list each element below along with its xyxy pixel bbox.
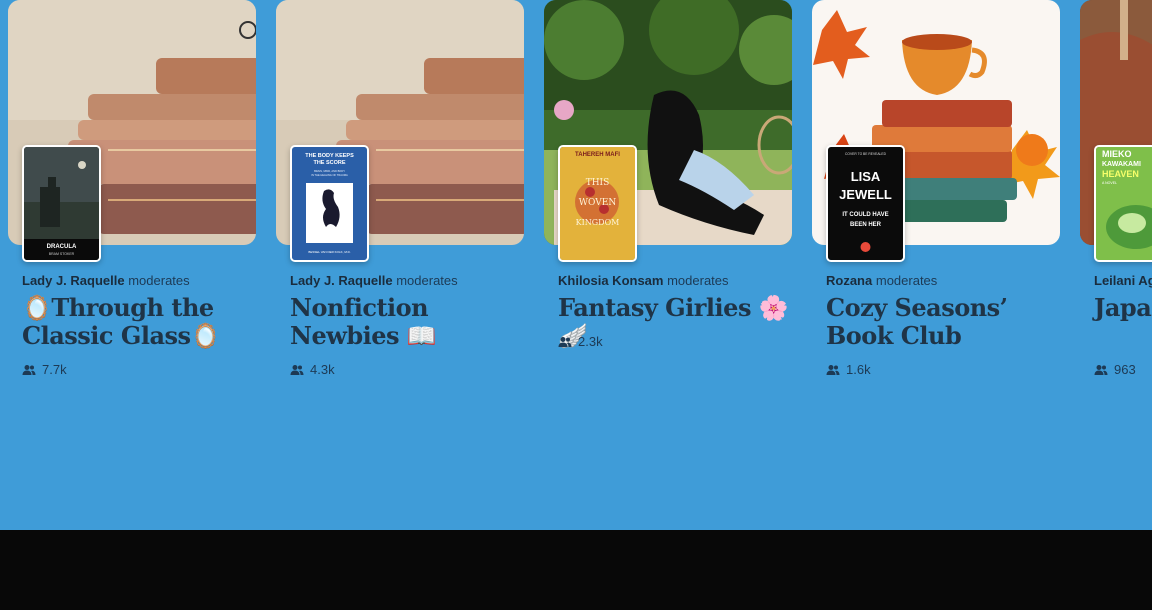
svg-text:TAHEREH MAFI: TAHEREH MAFI: [575, 152, 620, 158]
moderator-name[interactable]: Lady J. Raquelle: [22, 273, 125, 288]
member-count: 2.3k: [558, 334, 603, 349]
member-count-value: 4.3k: [310, 362, 335, 377]
people-icon: [1094, 364, 1108, 376]
people-icon: [290, 364, 304, 376]
moderator-line: Lady J. Raquelle moderates: [290, 273, 458, 288]
people-icon: [826, 364, 840, 376]
club-card[interactable]: THE BODY KEEPS THE SCORE BRAIN, MIND, AN…: [276, 0, 524, 400]
moderator-line: Lady J. Raquelle moderates: [22, 273, 190, 288]
member-count-value: 1.6k: [846, 362, 871, 377]
book-cover[interactable]: MIEKO KAWAKAMI HEAVEN A NOVEL: [1094, 145, 1152, 262]
moderator-line: Leilani Agu: [1094, 273, 1152, 288]
svg-text:WOVEN: WOVEN: [579, 198, 617, 208]
svg-text:MIEKO: MIEKO: [1102, 149, 1132, 159]
svg-text:KAWAKAMI: KAWAKAMI: [1102, 161, 1141, 168]
moderates-label: moderates: [128, 273, 190, 288]
svg-text:THIS: THIS: [586, 178, 610, 188]
moderates-label: moderates: [875, 273, 938, 288]
svg-text:BEEN HER: BEEN HER: [850, 222, 882, 228]
svg-text:DRACULA: DRACULA: [47, 244, 77, 250]
moderator-name[interactable]: Leilani Agu: [1094, 273, 1152, 288]
svg-text:IT COULD HAVE: IT COULD HAVE: [842, 212, 888, 218]
people-icon: [22, 364, 36, 376]
book-clubs-carousel: DRACULA BRAM STOKER Lady J. Raquelle mod…: [0, 0, 1152, 530]
svg-text:HEAVEN: HEAVEN: [1102, 169, 1139, 179]
svg-text:BRAM STOKER: BRAM STOKER: [49, 252, 75, 256]
book-cover[interactable]: COVER TO BE REVEALED LISA JEWELL IT COUL…: [826, 145, 905, 262]
svg-text:LISA: LISA: [851, 169, 881, 184]
club-title[interactable]: Nonfiction Newbies 📖: [290, 294, 530, 350]
club-title[interactable]: 🪞Through the Classic Glass🪞: [22, 294, 262, 350]
member-count: 7.7k: [22, 362, 67, 377]
svg-text:COVER TO BE REVEALED: COVER TO BE REVEALED: [845, 152, 887, 156]
svg-text:BRAIN, MIND, AND BODY: BRAIN, MIND, AND BODY: [314, 169, 345, 173]
book-cover[interactable]: TAHEREH MAFI THIS WOVEN KINGDOM: [558, 145, 637, 262]
club-title[interactable]: Japane 本の: [1094, 294, 1152, 322]
svg-text:THE BODY KEEPS: THE BODY KEEPS: [305, 153, 354, 159]
club-card[interactable]: DRACULA BRAM STOKER Lady J. Raquelle mod…: [8, 0, 256, 400]
moderator-name[interactable]: Rozana: [826, 273, 872, 288]
moderator-line: Rozana moderates: [826, 273, 937, 288]
svg-text:BESSEL VAN DER KOLK, M.D.: BESSEL VAN DER KOLK, M.D.: [308, 250, 351, 254]
club-title[interactable]: Cozy Seasons’ Book Club: [826, 294, 1066, 350]
moderator-name[interactable]: Lady J. Raquelle: [290, 273, 393, 288]
moderates-label: moderates: [396, 273, 458, 288]
member-count-value: 7.7k: [42, 362, 67, 377]
moderates-label: moderates: [667, 273, 729, 288]
svg-text:THE SCORE: THE SCORE: [313, 160, 345, 166]
page-footer-band: [0, 530, 1152, 610]
club-card[interactable]: MIEKO KAWAKAMI HEAVEN A NOVEL Leilani Ag…: [1080, 0, 1152, 400]
moderator-name[interactable]: Khilosia Konsam: [558, 273, 663, 288]
book-cover[interactable]: DRACULA BRAM STOKER: [22, 145, 101, 262]
svg-text:A NOVEL: A NOVEL: [1102, 181, 1117, 185]
member-count: 963: [1094, 362, 1136, 377]
svg-text:JEWELL: JEWELL: [839, 187, 892, 202]
club-card[interactable]: COVER TO BE REVEALED LISA JEWELL IT COUL…: [812, 0, 1060, 400]
book-cover[interactable]: THE BODY KEEPS THE SCORE BRAIN, MIND, AN…: [290, 145, 369, 262]
svg-text:IN THE HEALING OF TRAUMA: IN THE HEALING OF TRAUMA: [311, 173, 348, 177]
member-count-value: 2.3k: [578, 334, 603, 349]
svg-text:KINGDOM: KINGDOM: [576, 218, 620, 227]
member-count: 4.3k: [290, 362, 335, 377]
club-card[interactable]: TAHEREH MAFI THIS WOVEN KINGDOM Khilosia…: [544, 0, 792, 400]
member-count: 1.6k: [826, 362, 871, 377]
moderator-line: Khilosia Konsam moderates: [558, 273, 729, 288]
people-icon: [558, 336, 572, 348]
member-count-value: 963: [1114, 362, 1136, 377]
